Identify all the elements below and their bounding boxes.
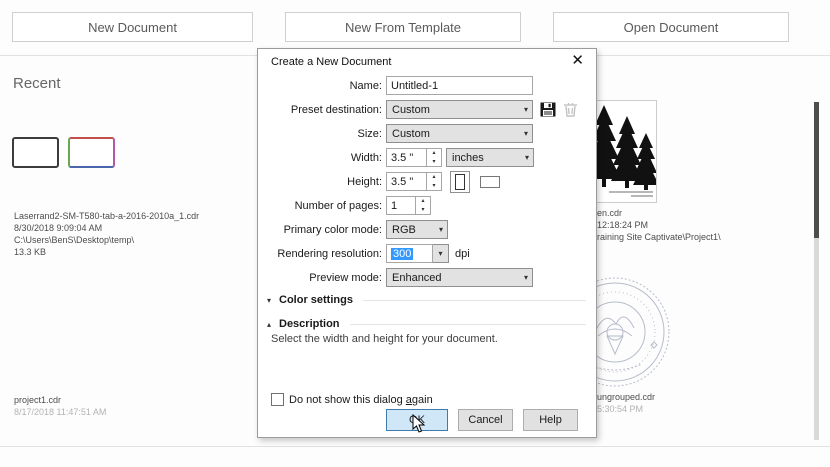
- height-stepper[interactable]: ▴ ▾: [427, 172, 442, 191]
- size-label: Size:: [258, 128, 386, 140]
- recent-item[interactable]: ungrouped.cdr 5:30:54 PM: [597, 391, 655, 415]
- recent-item[interactable]: Laserrand2-SM-T580-tab-a-2016-2010a_1.cd…: [14, 210, 199, 258]
- chevron-up-icon: ▴: [267, 320, 279, 329]
- vertical-scrollbar[interactable]: [814, 102, 819, 440]
- chevron-down-icon: ▾: [524, 273, 528, 282]
- file-path: C:\Users\BenS\Desktop\temp\: [14, 234, 199, 246]
- color-settings-section-header[interactable]: ▾ Color settings: [267, 294, 586, 306]
- open-document-button[interactable]: Open Document: [553, 12, 789, 42]
- preview-mode-label: Preview mode:: [258, 272, 386, 284]
- spinner-up-icon[interactable]: ▴: [427, 149, 441, 158]
- landscape-orientation-icon[interactable]: [480, 176, 500, 188]
- file-name: en.cdr: [597, 207, 721, 219]
- file-path: raining Site Captivate\Project1\: [597, 231, 721, 243]
- file-timestamp: 5:30:54 PM: [597, 403, 655, 415]
- preset-destination-label: Preset destination:: [258, 104, 386, 116]
- name-input[interactable]: Untitled-1: [386, 76, 533, 95]
- selected-text: 300: [391, 248, 413, 260]
- help-button[interactable]: Help: [523, 409, 578, 431]
- chevron-down-icon: ▾: [524, 105, 528, 114]
- spinner-down-icon[interactable]: ▾: [427, 158, 441, 167]
- size-dropdown[interactable]: Custom ▾: [386, 124, 533, 143]
- new-from-template-button[interactable]: New From Template: [285, 12, 521, 42]
- description-text: Select the width and height for your doc…: [271, 333, 498, 345]
- delete-preset-icon[interactable]: [564, 102, 577, 117]
- welcome-screen: New Document New From Template Open Docu…: [0, 0, 830, 467]
- width-stepper[interactable]: ▴ ▾: [427, 148, 442, 167]
- number-of-pages-label: Number of pages:: [258, 200, 386, 212]
- description-section-header[interactable]: ▴ Description: [267, 318, 586, 330]
- spinner-up-icon[interactable]: ▴: [416, 197, 430, 206]
- height-label: Height:: [258, 176, 386, 188]
- recent-thumbnail-laserrand[interactable]: [12, 137, 59, 168]
- pages-stepper[interactable]: ▴ ▾: [416, 196, 431, 215]
- do-not-show-again-checkbox[interactable]: [271, 393, 284, 406]
- portrait-orientation-icon[interactable]: [450, 171, 470, 193]
- ok-button[interactable]: OK: [386, 409, 448, 431]
- pages-input[interactable]: 1: [386, 196, 416, 215]
- name-label: Name:: [258, 80, 386, 92]
- primary-color-mode-label: Primary color mode:: [258, 224, 386, 236]
- chevron-down-icon: ▾: [524, 129, 528, 138]
- height-input[interactable]: 3.5 ": [386, 172, 427, 191]
- file-timestamp: 8/17/2018 11:47:51 AM: [14, 406, 106, 418]
- width-input[interactable]: 3.5 ": [386, 148, 427, 167]
- recent-item[interactable]: project1.cdr 8/17/2018 11:47:51 AM: [14, 394, 106, 418]
- preset-destination-dropdown[interactable]: Custom ▾: [386, 100, 533, 119]
- color-mode-dropdown[interactable]: RGB ▾: [386, 220, 448, 239]
- chevron-down-icon: ▾: [439, 225, 443, 234]
- recent-thumbnail-trees[interactable]: [590, 100, 657, 203]
- width-label: Width:: [258, 152, 386, 164]
- chevron-down-icon: ▾: [525, 153, 529, 162]
- file-timestamp: 8/30/2018 9:09:04 AM: [14, 222, 199, 234]
- chevron-down-icon: ▾: [438, 249, 442, 258]
- preview-mode-dropdown[interactable]: Enhanced ▾: [386, 268, 533, 287]
- recent-thumbnail-project1[interactable]: [68, 137, 115, 168]
- spinner-up-icon[interactable]: ▴: [427, 173, 441, 182]
- close-icon[interactable]: ✕: [571, 52, 584, 70]
- pine-trees-image: [591, 101, 656, 202]
- create-new-document-dialog: Create a New Document ✕ Name: Untitled-1…: [257, 48, 597, 438]
- units-dropdown[interactable]: inches ▾: [446, 148, 534, 167]
- scrollbar-thumb[interactable]: [814, 102, 819, 238]
- file-name: ungrouped.cdr: [597, 391, 655, 403]
- dialog-title: Create a New Document: [271, 56, 391, 68]
- resolution-dropdown-button[interactable]: ▾: [433, 244, 449, 263]
- new-document-button[interactable]: New Document: [12, 12, 253, 42]
- chevron-down-icon: ▾: [267, 296, 279, 305]
- file-name: Laserrand2-SM-T580-tab-a-2016-2010a_1.cd…: [14, 210, 199, 222]
- recent-heading: Recent: [13, 75, 61, 92]
- recent-item[interactable]: en.cdr 12:18:24 PM raining Site Captivat…: [597, 207, 721, 243]
- do-not-show-again-row[interactable]: Do not show this dialog again: [271, 393, 433, 406]
- spinner-down-icon[interactable]: ▾: [427, 182, 441, 191]
- save-preset-icon[interactable]: [540, 102, 556, 117]
- file-size: 13.3 KB: [14, 246, 199, 258]
- rendering-resolution-label: Rendering resolution:: [258, 248, 386, 260]
- dpi-label: dpi: [455, 248, 470, 260]
- cancel-button[interactable]: Cancel: [458, 409, 513, 431]
- resolution-input[interactable]: 300: [386, 244, 433, 263]
- bottom-divider: [0, 446, 830, 447]
- spinner-down-icon[interactable]: ▾: [416, 206, 430, 215]
- file-timestamp: 12:18:24 PM: [597, 219, 721, 231]
- file-name: project1.cdr: [14, 394, 106, 406]
- do-not-show-again-label: Do not show this dialog again: [289, 394, 433, 406]
